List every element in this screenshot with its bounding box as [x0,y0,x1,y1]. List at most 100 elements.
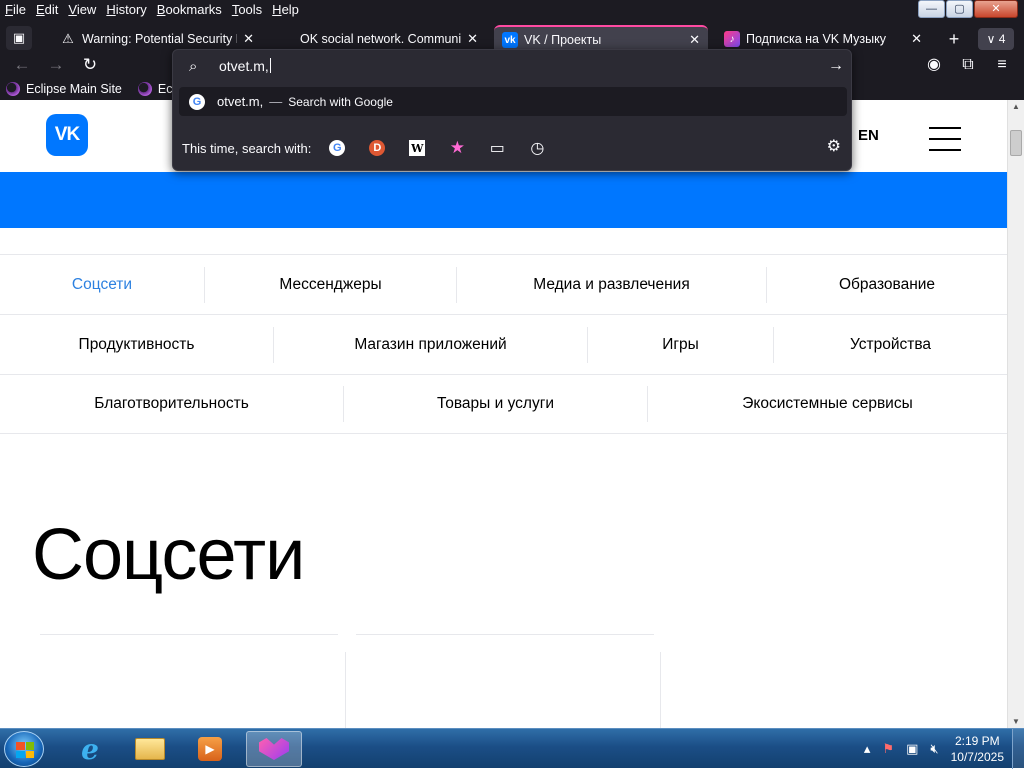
network-icon[interactable]: ▣ [906,741,918,757]
hamburger-menu-button[interactable] [929,127,961,151]
vk-logo[interactable]: VK [46,114,88,156]
maximize-button[interactable]: ▢ [946,0,973,18]
arrow-right-icon: → [47,55,65,74]
category-devices[interactable]: Устройства [774,327,1007,363]
menu-tools[interactable]: Tools [227,0,267,20]
tab-count: 4 [998,32,1006,46]
scroll-up-icon[interactable]: ▲ [1012,102,1020,111]
wikipedia-icon: W [409,140,426,156]
category-charity[interactable]: Благотворительность [0,386,344,422]
engine-google-button[interactable]: G [325,136,349,160]
menubar: File Edit View History Bookmarks Tools H… [0,0,1024,20]
suggestion-hint: Search with Google [288,94,393,109]
show-hidden-icons-icon[interactable]: ▴ [864,741,871,757]
windows-logo-icon [16,742,34,758]
category-socials[interactable]: Соцсети [0,266,205,303]
list-all-tabs-button[interactable]: ∨ 4 [978,28,1014,50]
tab-title: VK / Проекты [524,33,602,47]
engine-duckduckgo-button[interactable]: D [365,136,389,160]
card-divider [660,652,661,728]
card-divider [345,652,346,728]
bookmark-eclipse-main[interactable]: Eclipse Main Site [6,82,122,96]
tab-close-icon[interactable]: ✕ [911,31,922,47]
account-button[interactable]: ◉ [922,54,946,76]
back-button[interactable]: ← [10,54,34,76]
system-tray: ▴ ⚑ ▣ 🔇︎ 2:19 PM 10/7/2025 [864,729,1024,769]
search-bookmarks-button[interactable]: ★ [445,136,469,160]
forward-button[interactable]: → [44,54,68,76]
search-suggestion[interactable]: G otvet.m, — Search with Google [179,87,847,116]
menu-help[interactable]: Help [267,0,304,20]
engine-wikipedia-button[interactable]: W [405,136,429,160]
category-ecosystem[interactable]: Экосистемные сервисы [648,386,1007,422]
tab-close-icon[interactable]: ✕ [243,31,254,47]
category-games[interactable]: Игры [588,326,774,363]
page-scrollbar[interactable]: ▲ ▼ [1007,100,1024,728]
suggestion-text: otvet.m, [217,94,264,109]
taskbar-internet-explorer[interactable]: e [62,731,118,767]
taskbar-media-player[interactable]: ▶ [182,731,238,767]
hamburger-icon: ≡ [997,56,1007,73]
tab-title: Подписка на VK Музыку [746,32,886,46]
arrow-left-icon: ← [13,55,31,74]
tab-close-icon[interactable]: ✕ [467,31,478,47]
menu-history[interactable]: History [101,0,151,20]
volume-muted-icon[interactable]: 🔇︎ [930,741,938,757]
action-center-icon[interactable]: ⚑ [882,741,894,757]
extensions-button[interactable]: ⧉ [956,54,980,76]
internet-explorer-icon: e [81,732,99,766]
card-divider [356,634,654,635]
menu-edit[interactable]: Edit [31,0,63,20]
google-icon: G [189,93,205,110]
go-arrow-button[interactable]: → [821,57,851,75]
menu-bookmarks[interactable]: Bookmarks [152,0,227,20]
minimize-button[interactable]: — [918,0,945,18]
app-menu-button[interactable]: ≡ [990,54,1014,76]
reload-icon: ↻ [82,55,98,74]
scroll-down-icon[interactable]: ▼ [1012,717,1020,726]
category-productivity[interactable]: Продуктивность [0,326,274,363]
engines-label: This time, search with: [182,140,312,156]
tab-strip: ▣ ⚠ Warning: Potential Security Risk ✕ O… [0,22,1024,53]
close-window-button[interactable]: ✕ [974,0,1018,18]
category-education[interactable]: Образование [767,267,1007,303]
duckduckgo-icon: D [369,140,386,156]
eclipse-icon [137,82,152,96]
category-media[interactable]: Медиа и развлечения [457,266,767,303]
tab-close-icon[interactable]: ✕ [689,32,700,48]
menu-file[interactable]: File [0,0,31,20]
page-heading: Соцсети [32,515,305,595]
page-content: VK EN Соцсети Мессенджеры Медиа и развле… [0,100,1007,728]
search-icon: ⌕ [189,57,198,75]
clock-time: 2:19 PM [954,734,1000,748]
language-switch[interactable]: EN [858,127,879,144]
show-desktop-button[interactable] [1012,729,1024,769]
search-tabs-button[interactable]: ▭ [485,136,509,160]
scrollbar-thumb[interactable] [1010,130,1022,156]
puzzle-icon: ⧉ [962,56,974,73]
start-button[interactable] [4,731,44,767]
eclipse-icon [6,82,20,96]
menu-view[interactable]: View [63,0,101,20]
taskbar-firefox[interactable] [246,731,302,767]
card-divider [40,634,338,635]
folder-icon [135,738,165,760]
firefox-view-icon: ▣ [12,30,26,45]
urlbar: ⌕ otvet.m, → [173,50,851,82]
taskbar-file-explorer[interactable] [122,731,178,767]
google-icon: G [329,140,346,156]
new-tab-button[interactable]: + [942,28,966,50]
search-history-button[interactable]: ◷ [525,136,549,160]
clock[interactable]: 2:19 PM 10/7/2025 [951,733,1004,765]
firefox-view-button[interactable]: ▣ [6,26,32,50]
url-input[interactable]: otvet.m, [219,58,821,74]
one-off-search-engines: This time, search with: G D W ★ ▭ ◷ ⚙ [173,134,851,162]
reload-button[interactable]: ↻ [78,54,102,76]
tab-title: Warning: Potential Security Risk [82,32,237,46]
category-goods[interactable]: Товары и услуги [344,386,648,422]
firefox-icon [259,738,289,760]
category-messengers[interactable]: Мессенджеры [205,266,457,303]
category-app-store[interactable]: Магазин приложений [274,326,588,363]
media-player-icon: ▶ [198,737,222,761]
search-settings-gear-icon[interactable]: ⚙ [827,136,841,156]
